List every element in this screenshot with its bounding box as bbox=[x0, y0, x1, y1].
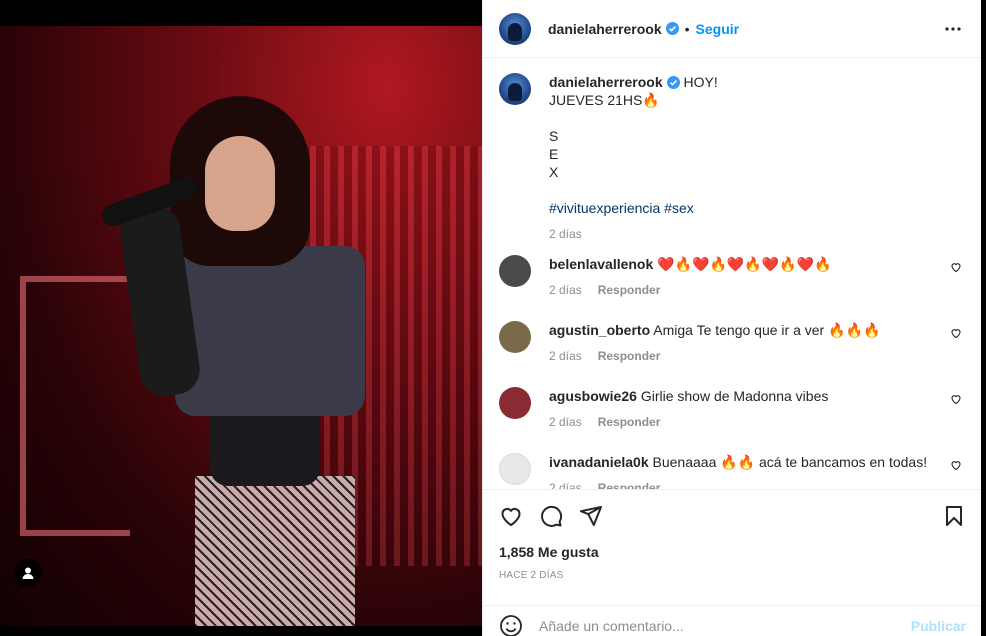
caption-line: HOY! bbox=[683, 74, 718, 90]
comment-text: Buenaaaa 🔥🔥 acá te bancamos en todas! bbox=[652, 454, 928, 470]
author-username[interactable]: danielaherrerook bbox=[548, 21, 662, 37]
verified-badge-icon bbox=[666, 76, 680, 89]
author-avatar[interactable] bbox=[499, 12, 531, 45]
comment-time: 2 días bbox=[549, 415, 582, 429]
caption-avatar[interactable] bbox=[499, 73, 531, 105]
commenter-username[interactable]: agustin_oberto bbox=[549, 322, 650, 338]
caption-line: JUEVES 21HS🔥 bbox=[549, 92, 660, 108]
post-header: danielaherrerook • Seguir bbox=[483, 0, 981, 58]
comment-like-icon[interactable] bbox=[950, 393, 962, 405]
comment-item: ivanadaniela0k Buenaaaa 🔥🔥 acá te bancam… bbox=[499, 453, 966, 489]
commenter-avatar[interactable] bbox=[499, 387, 531, 419]
comment-time: 2 días bbox=[549, 283, 582, 297]
caption-line bbox=[549, 181, 966, 199]
caption-line: X bbox=[549, 164, 559, 180]
bookmark-icon[interactable] bbox=[942, 504, 966, 528]
likes-count[interactable]: 1,858 Me gusta bbox=[499, 544, 966, 560]
follow-button[interactable]: Seguir bbox=[696, 21, 740, 37]
comment-text: Girlie show de Madonna vibes bbox=[640, 388, 829, 404]
comment-like-icon[interactable] bbox=[950, 459, 962, 471]
publish-button[interactable]: Publicar bbox=[911, 618, 966, 634]
comment-time: 2 días bbox=[549, 349, 582, 363]
comment-item: agustin_oberto Amiga Te tengo que ir a v… bbox=[499, 321, 966, 387]
verified-badge-icon bbox=[665, 22, 679, 35]
comment-icon[interactable] bbox=[539, 504, 563, 528]
share-icon[interactable] bbox=[579, 504, 603, 528]
reply-button[interactable]: Responder bbox=[598, 413, 661, 431]
reply-button[interactable]: Responder bbox=[598, 281, 661, 299]
window-edge bbox=[981, 0, 986, 636]
comment-input[interactable] bbox=[539, 617, 911, 634]
commenter-username[interactable]: belenlavallenok bbox=[549, 256, 653, 272]
comment-like-icon[interactable] bbox=[950, 327, 962, 339]
comments-list[interactable]: danielaherrerook HOY! JUEVES 21HS🔥 S E X… bbox=[483, 59, 982, 489]
commenter-username[interactable]: agusbowie26 bbox=[549, 388, 637, 404]
commenter-avatar[interactable] bbox=[499, 255, 531, 287]
comment-time: 2 días bbox=[549, 481, 582, 489]
reply-button[interactable]: Responder bbox=[598, 479, 661, 489]
user-tag-icon[interactable] bbox=[14, 559, 42, 587]
commenter-avatar[interactable] bbox=[499, 321, 531, 353]
comment-item: agusbowie26 Girlie show de Madonna vibes… bbox=[499, 387, 966, 453]
post-timestamp: HACE 2 DÍAS bbox=[499, 570, 564, 581]
caption-line bbox=[549, 109, 966, 127]
caption: danielaherrerook HOY! JUEVES 21HS🔥 S E X… bbox=[499, 73, 966, 255]
caption-hashtags[interactable]: #vivituexperiencia #sex bbox=[549, 199, 966, 217]
comment-composer: Publicar bbox=[483, 605, 982, 636]
post-detail-panel: danielaherrerook • Seguir danielaherrero… bbox=[482, 0, 982, 636]
comment-item: belenlavallenok ❤️🔥❤️🔥❤️🔥❤️🔥❤️🔥 2 días Re… bbox=[499, 255, 966, 321]
post-photo[interactable] bbox=[0, 26, 482, 626]
comment-text: ❤️🔥❤️🔥❤️🔥❤️🔥❤️🔥 bbox=[657, 256, 832, 272]
instagram-post-view: danielaherrerook • Seguir danielaherrero… bbox=[0, 0, 986, 636]
more-options-icon[interactable] bbox=[941, 17, 965, 41]
comment-text: Amiga Te tengo que ir a ver 🔥🔥🔥 bbox=[653, 322, 881, 338]
heart-icon[interactable] bbox=[499, 504, 523, 528]
caption-username[interactable]: danielaherrerook bbox=[549, 74, 663, 90]
stage-frame bbox=[20, 276, 130, 536]
performer-figure bbox=[99, 96, 380, 626]
caption-line: S bbox=[549, 128, 559, 144]
caption-line: E bbox=[549, 146, 559, 162]
commenter-username[interactable]: ivanadaniela0k bbox=[549, 454, 649, 470]
emoji-icon[interactable] bbox=[499, 614, 523, 636]
commenter-avatar[interactable] bbox=[499, 453, 531, 485]
reply-button[interactable]: Responder bbox=[598, 347, 661, 365]
caption-time: 2 días bbox=[549, 227, 582, 241]
separator-dot: • bbox=[684, 20, 690, 37]
comment-like-icon[interactable] bbox=[950, 261, 962, 273]
post-actions: 1,858 Me gusta HACE 2 DÍAS bbox=[483, 489, 982, 581]
